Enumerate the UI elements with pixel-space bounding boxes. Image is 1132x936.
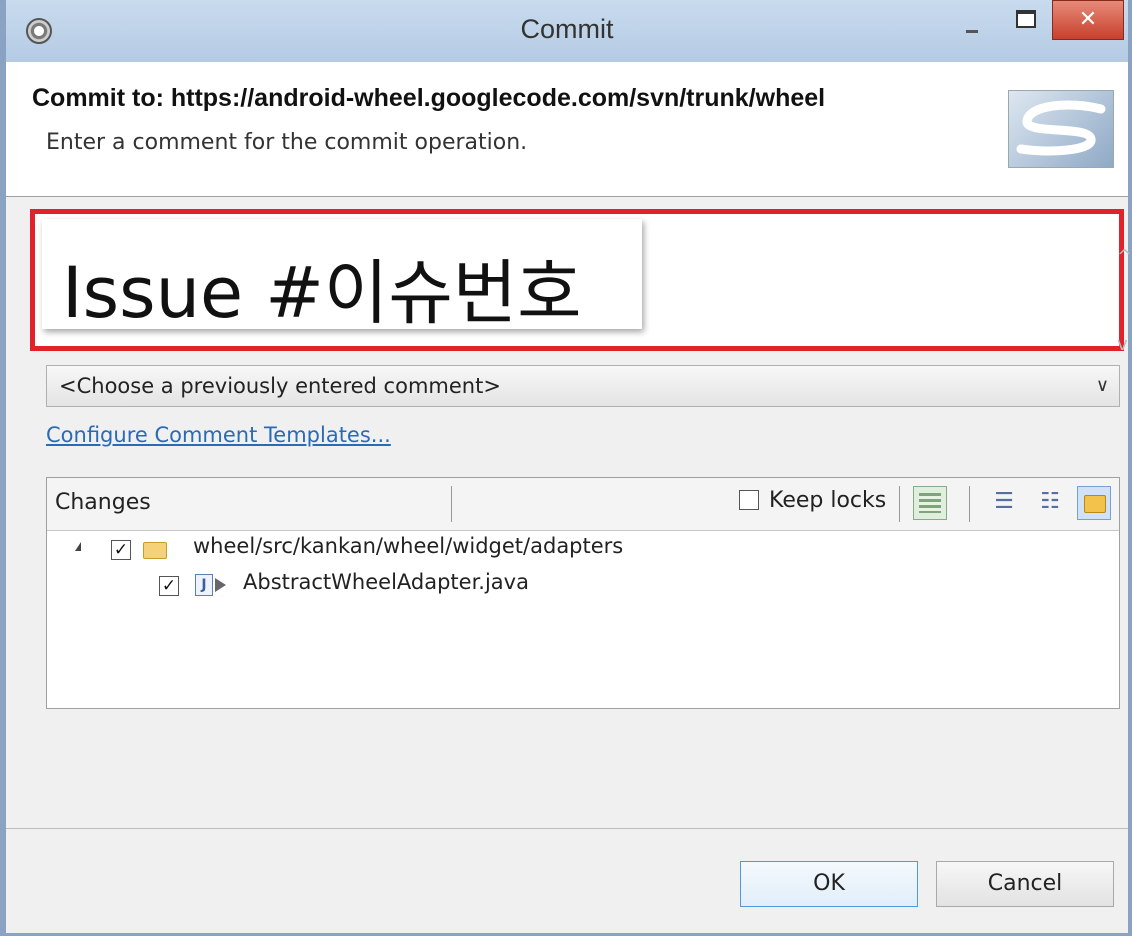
folder-checkbox[interactable]: ✓ <box>111 540 131 560</box>
scroll-down-icon[interactable]: v <box>1117 334 1128 355</box>
toolbar-separator <box>969 486 970 522</box>
changes-panel: Changes Keep locks ☰ ☷ ✓ wheel/src/kanka… <box>46 477 1120 709</box>
svn-logo-icon <box>1008 90 1114 168</box>
dialog-footer: OK Cancel <box>6 828 1128 933</box>
keep-locks-checkbox[interactable] <box>739 490 759 510</box>
ok-button[interactable]: OK <box>740 861 918 907</box>
folder-open-icon <box>143 542 167 559</box>
commit-target-url: Commit to: https://android-wheel.googlec… <box>32 84 826 112</box>
minimize-button[interactable] <box>952 0 992 40</box>
expand-triangle-icon[interactable] <box>75 542 81 551</box>
column-divider[interactable] <box>451 486 452 522</box>
flat-list-icon[interactable]: ☰ <box>987 486 1021 520</box>
toolbar-separator <box>899 486 900 522</box>
previous-comment-select[interactable]: <Choose a previously entered comment> ∨ <box>46 365 1120 407</box>
changes-column-header: Changes <box>55 490 151 515</box>
keep-locks-label: Keep locks <box>769 488 887 513</box>
tree-item-folder[interactable]: wheel/src/kankan/wheel/widget/adapters <box>193 534 623 564</box>
maximize-button[interactable] <box>1002 0 1048 40</box>
previous-comment-value: <Choose a previously entered comment> <box>59 374 501 398</box>
dialog-header: Commit to: https://android-wheel.googlec… <box>6 62 1128 197</box>
tree-view-icon[interactable]: ☷ <box>1033 486 1067 520</box>
commit-dialog: Commit ✕ Commit to: https://android-whee… <box>0 0 1132 936</box>
changes-toolbar: Changes Keep locks ☰ ☷ <box>47 478 1119 531</box>
header-subtitle: Enter a comment for the commit operation… <box>46 130 528 155</box>
show-compare-icon[interactable] <box>913 486 947 520</box>
dialog-body: ^ v Issue #이슈번호 <Choose a previously ent… <box>6 197 1132 832</box>
scroll-up-icon[interactable]: ^ <box>1117 246 1132 267</box>
close-icon: ✕ <box>1078 7 1098 32</box>
chevron-down-icon[interactable]: ∨ <box>1096 366 1109 406</box>
compressed-folders-icon[interactable] <box>1077 486 1111 520</box>
comment-text: Issue #이슈번호 <box>62 252 582 334</box>
outgoing-change-icon <box>215 578 226 592</box>
configure-templates-link[interactable]: Configure Comment Templates... <box>46 423 391 447</box>
close-button[interactable]: ✕ <box>1052 0 1124 40</box>
file-checkbox[interactable]: ✓ <box>159 576 179 596</box>
title-bar[interactable]: Commit ✕ <box>6 0 1128 62</box>
tree-item-file[interactable]: AbstractWheelAdapter.java <box>243 570 529 600</box>
java-file-icon: J <box>195 574 213 596</box>
cancel-button[interactable]: Cancel <box>936 861 1114 907</box>
